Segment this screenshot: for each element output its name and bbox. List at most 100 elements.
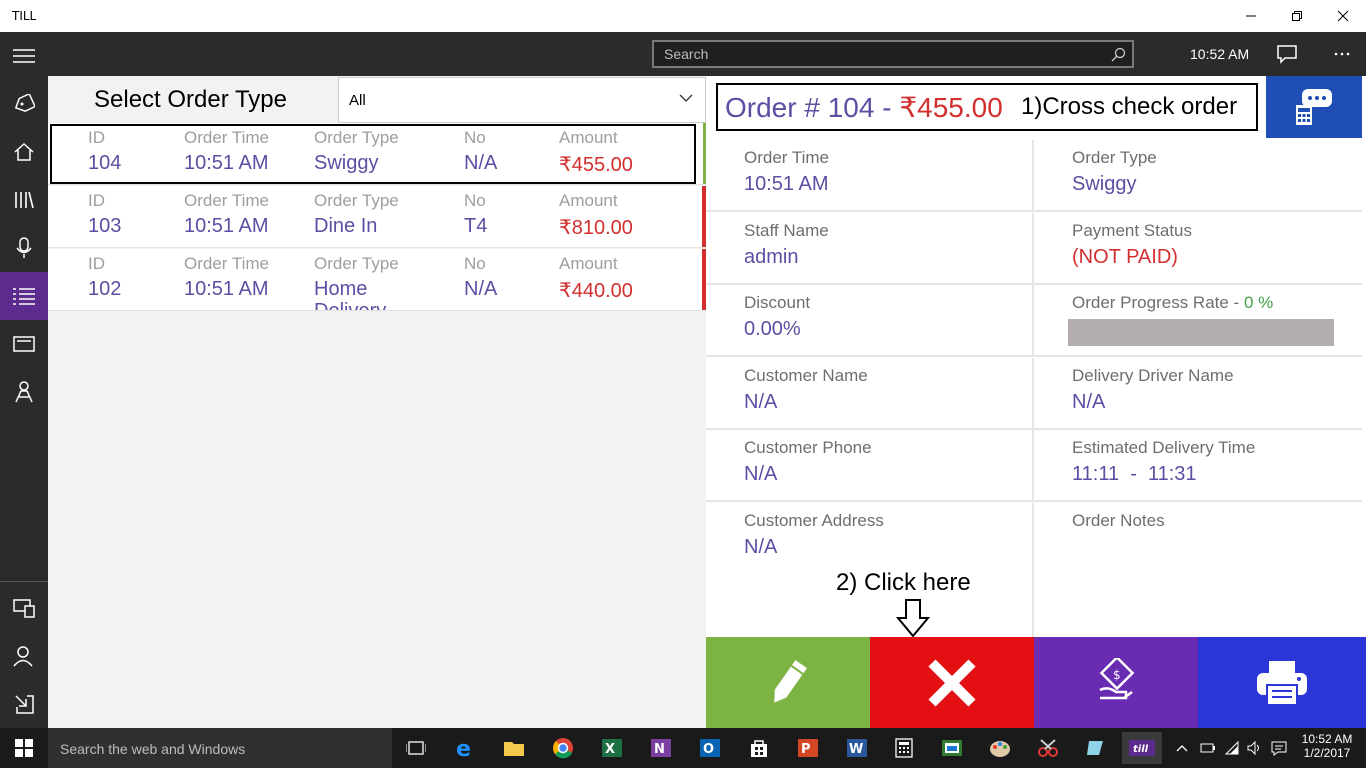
order-time-field: Order Time 10:51 AM — [706, 140, 1034, 212]
annotation-cross-check: 1)Cross check order — [1021, 93, 1238, 120]
customer-phone-field: Customer Phone N/A — [706, 430, 1034, 502]
photos-icon[interactable] — [932, 732, 972, 764]
message-icon[interactable] — [1276, 44, 1298, 64]
payment-hand-icon: $ — [1099, 657, 1135, 699]
order-no-cell: No T4 — [464, 191, 488, 237]
order-type-cell: Order Type Home Delivery — [314, 254, 399, 311]
sticky-notes-icon[interactable] — [1076, 732, 1116, 764]
windows-logo-icon — [15, 739, 33, 757]
chat-calculator-icon — [1296, 89, 1332, 125]
wifi-icon[interactable] — [1224, 740, 1240, 756]
taskbar-date: 1/2/2017 — [1303, 746, 1351, 760]
order-title: Order # 104 - ₹455.00 — [725, 92, 1003, 123]
svg-text:e: e — [456, 737, 471, 759]
nav-divider — [0, 581, 48, 582]
minimize-button[interactable] — [1228, 0, 1274, 32]
order-id-cell: ID 103 — [88, 191, 122, 237]
title-bar: TILL — [0, 0, 1366, 32]
order-time-cell: Order Time 10:51 AM — [184, 191, 270, 237]
devices-icon[interactable] — [0, 584, 48, 632]
taskbar-clock[interactable]: 10:52 AM 1/2/2017 — [1300, 732, 1354, 760]
staff-name-field: Staff Name admin — [706, 213, 1034, 285]
order-type-cell: Order Type Dine In — [314, 191, 399, 237]
kitchen-message-button[interactable] — [1266, 76, 1362, 138]
printer-icon — [1257, 660, 1307, 706]
edit-order-button[interactable] — [706, 637, 870, 728]
volume-icon[interactable] — [1246, 740, 1262, 756]
order-notes-field: Order Notes — [1072, 511, 1165, 530]
clock: 10:52 AM — [1190, 46, 1250, 62]
side-nav — [0, 32, 48, 728]
order-progress-field: Order Progress Rate - 0 % — [1034, 285, 1362, 357]
taskbar-search[interactable]: Search the web and Windows — [48, 728, 392, 768]
screens-icon[interactable] — [0, 320, 48, 368]
close-window-button[interactable] — [1320, 0, 1366, 32]
outlook-icon[interactable]: O — [690, 732, 730, 764]
progress-percent: 0 % — [1243, 293, 1274, 312]
customer-name-field: Customer Name N/A — [706, 358, 1034, 430]
notification-icon[interactable] — [1270, 740, 1288, 756]
pencil-icon — [774, 659, 807, 703]
order-id-cell: ID 104 — [88, 128, 122, 174]
user-icon[interactable] — [0, 632, 48, 680]
estimated-delivery-field: Estimated Delivery Time 11:11 - 11:31 — [1034, 430, 1362, 502]
search-icon[interactable] — [1110, 47, 1126, 63]
chef-icon[interactable] — [0, 368, 48, 416]
hamburger-menu-icon[interactable] — [0, 32, 48, 80]
svg-text:till: till — [1133, 744, 1149, 755]
orders-list-icon[interactable] — [0, 272, 48, 320]
home-icon[interactable] — [0, 128, 48, 176]
snipping-tool-icon[interactable] — [1028, 732, 1068, 764]
svg-text:O: O — [703, 742, 714, 757]
order-type-cell: Order Type Swiggy — [314, 128, 399, 174]
order-time-cell: Order Time 10:51 AM — [184, 254, 270, 300]
edge-icon[interactable]: e — [445, 732, 485, 764]
arrow-down-icon — [896, 599, 930, 638]
store-icon[interactable] — [739, 732, 779, 764]
order-no-cell: No N/A — [464, 254, 498, 300]
powerpoint-icon[interactable]: P — [788, 732, 828, 764]
payment-button[interactable]: $ — [1034, 637, 1198, 728]
order-row-104[interactable]: ID 104 Order Time 10:51 AM Order Type Swigg… — [48, 123, 706, 185]
print-button[interactable] — [1198, 637, 1366, 728]
restore-button[interactable] — [1274, 0, 1320, 32]
onenote-icon[interactable]: N — [641, 732, 681, 764]
order-total: ₹455.00 — [899, 92, 1003, 123]
battery-icon[interactable] — [1200, 741, 1216, 755]
chrome-icon[interactable] — [543, 732, 583, 764]
order-row-102[interactable]: ID 102 Order Time 10:51 AM Order Type Home … — [48, 249, 706, 311]
order-type-dropdown[interactable]: All — [338, 77, 706, 123]
till-app-icon[interactable]: till — [1122, 732, 1162, 764]
task-view-icon[interactable] — [396, 732, 436, 764]
paint-icon[interactable] — [980, 732, 1020, 764]
taskbar-search-input[interactable]: Search the web and Windows — [60, 741, 245, 757]
excel-icon[interactable]: X — [592, 732, 632, 764]
order-row-103[interactable]: ID 103 Order Time 10:51 AM Order Type Dine … — [48, 186, 706, 248]
tag-icon[interactable] — [0, 80, 48, 128]
microphone-icon[interactable] — [0, 224, 48, 272]
svg-text:W: W — [849, 742, 863, 757]
search-box[interactable]: Search — [652, 40, 1134, 68]
cancel-order-button[interactable] — [870, 637, 1034, 728]
search-input[interactable]: Search — [664, 46, 708, 62]
start-button[interactable] — [0, 728, 48, 768]
payment-status-field: Payment Status (NOT PAID) — [1034, 213, 1362, 285]
taskbar-time: 10:52 AM — [1301, 732, 1353, 746]
svg-text:N: N — [654, 742, 665, 757]
svg-text:$: $ — [1113, 668, 1121, 682]
svg-text:P: P — [801, 742, 811, 757]
order-id-cell: ID 102 — [88, 254, 122, 300]
chevron-down-icon — [679, 94, 693, 102]
order-amount-cell: Amount ₹455.00 — [559, 128, 633, 176]
calculator-icon[interactable] — [884, 732, 924, 764]
windows-taskbar: Search the web and Windows e X N O P W t… — [0, 728, 1366, 768]
library-icon[interactable] — [0, 176, 48, 224]
more-options-icon[interactable] — [1334, 52, 1350, 56]
annotation-click-here: 2) Click here — [836, 569, 971, 596]
word-icon[interactable]: W — [837, 732, 877, 764]
sign-out-icon[interactable] — [0, 680, 48, 728]
file-explorer-icon[interactable] — [494, 732, 534, 764]
order-amount-cell: Amount ₹440.00 — [559, 254, 633, 302]
chevron-up-icon[interactable] — [1176, 744, 1188, 752]
order-header: Order # 104 - ₹455.00 1)Cross check orde… — [716, 83, 1258, 131]
